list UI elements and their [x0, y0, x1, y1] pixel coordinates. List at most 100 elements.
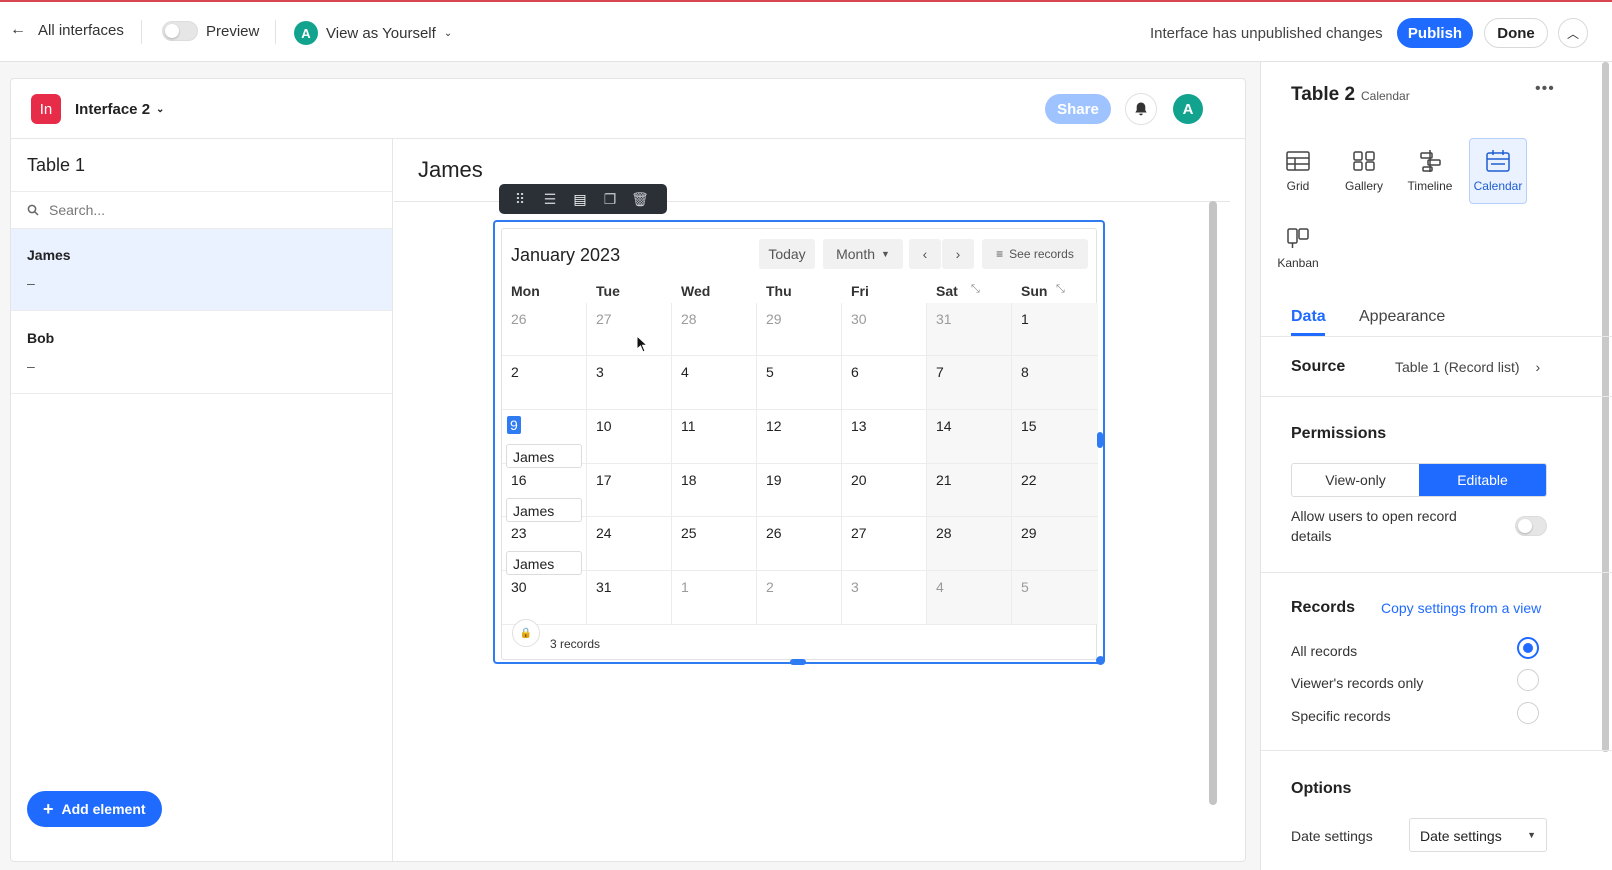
- calendar-day-cell[interactable]: 3: [587, 356, 672, 410]
- done-button[interactable]: Done: [1484, 18, 1548, 48]
- view-type-grid[interactable]: Grid: [1269, 138, 1327, 204]
- today-button[interactable]: Today: [759, 239, 815, 269]
- collapse-weekend-icon[interactable]: ⤡: [1056, 283, 1065, 296]
- calendar-day-cell[interactable]: 20: [842, 464, 927, 517]
- detail-scrollbar[interactable]: [1209, 201, 1217, 805]
- calendar-day-cell[interactable]: 22: [1012, 464, 1098, 517]
- calendar-day-cell[interactable]: 19: [757, 464, 842, 517]
- search-input[interactable]: Search...: [49, 202, 105, 218]
- allow-open-record-toggle[interactable]: [1515, 516, 1547, 536]
- view-only-option[interactable]: View-only: [1292, 464, 1419, 496]
- view-type-calendar[interactable]: Calendar: [1469, 138, 1527, 204]
- tab-appearance[interactable]: Appearance: [1359, 308, 1445, 326]
- calendar-day-cell[interactable]: 24: [587, 517, 672, 571]
- calendar-day-cell[interactable]: 25: [672, 517, 757, 571]
- calendar-day-cell[interactable]: 30: [842, 303, 927, 356]
- search-bar[interactable]: Search...: [11, 191, 392, 229]
- calendar-day-cell[interactable]: 8: [1012, 356, 1098, 410]
- duplicate-icon[interactable]: ❐: [595, 184, 625, 214]
- calendar-day-cell[interactable]: 28: [927, 517, 1012, 571]
- share-button[interactable]: Share: [1045, 94, 1111, 124]
- calendar-day-cell[interactable]: 31: [587, 571, 672, 625]
- fit-width-icon[interactable]: ☰: [535, 184, 565, 214]
- calendar-element[interactable]: January 2023 Today Month ▼ ‹ › ≡ See rec…: [493, 220, 1105, 664]
- see-records-button[interactable]: ≡ See records: [982, 239, 1088, 269]
- calendar-day-cell[interactable]: 16 James: [502, 464, 587, 522]
- resize-handle-right[interactable]: [1097, 432, 1103, 448]
- month-mode-dropdown[interactable]: Month ▼: [823, 239, 903, 269]
- calendar-day-cell[interactable]: 5: [757, 356, 842, 410]
- calendar-day-cell[interactable]: 1: [672, 571, 757, 625]
- calendar-day-cell[interactable]: 26: [757, 517, 842, 571]
- view-type-gallery[interactable]: Gallery: [1335, 138, 1393, 204]
- date-number: 25: [681, 525, 697, 541]
- calendar-day-cell[interactable]: 28: [672, 303, 757, 356]
- publish-button[interactable]: Publish: [1397, 18, 1473, 48]
- next-month-button[interactable]: ›: [942, 239, 974, 269]
- add-element-button[interactable]: + Add element: [27, 791, 162, 827]
- calendar-day-cell[interactable]: 30: [502, 571, 587, 625]
- tab-data[interactable]: Data: [1291, 308, 1326, 326]
- collapse-weekend-icon[interactable]: ⤡: [971, 283, 980, 296]
- preview-switch[interactable]: [162, 21, 198, 41]
- calendar-day-cell[interactable]: 6: [842, 356, 927, 410]
- collapse-button[interactable]: ︿: [1558, 18, 1588, 48]
- calendar-day-cell[interactable]: 1: [1012, 303, 1098, 356]
- calendar-day-cell[interactable]: 13: [842, 410, 927, 464]
- date-settings-dropdown[interactable]: Date settings ▼: [1409, 818, 1547, 852]
- calendar-day-cell[interactable]: 9 James: [502, 410, 587, 468]
- user-avatar[interactable]: A: [1173, 94, 1203, 124]
- all-interfaces-link[interactable]: ← All interfaces: [10, 21, 124, 39]
- calendar-day-cell[interactable]: 23 James: [502, 517, 587, 575]
- calendar-day-cell[interactable]: 14: [927, 410, 1012, 464]
- list-item[interactable]: James –: [11, 229, 392, 311]
- radio-specific-records[interactable]: [1517, 702, 1539, 724]
- calendar-day-cell[interactable]: 12: [757, 410, 842, 464]
- more-options-icon[interactable]: •••: [1535, 80, 1555, 98]
- calendar-day-cell[interactable]: 4: [927, 571, 1012, 625]
- radio-viewer-records[interactable]: [1517, 669, 1539, 691]
- chevron-up-icon: ︿: [1566, 26, 1579, 41]
- calendar-day-cell[interactable]: 7: [927, 356, 1012, 410]
- panel-scrollbar[interactable]: [1602, 62, 1609, 752]
- calendar-day-cell[interactable]: 29: [1012, 517, 1098, 571]
- view-type-label: Calendar: [1473, 179, 1523, 193]
- view-type-kanban[interactable]: Kanban: [1269, 215, 1327, 281]
- calendar-day-cell[interactable]: 2: [757, 571, 842, 625]
- calendar-day-cell[interactable]: 21: [927, 464, 1012, 517]
- calendar-day-cell[interactable]: 5: [1012, 571, 1098, 625]
- list-item[interactable]: Bob –: [11, 312, 392, 394]
- radio-all-records[interactable]: [1517, 637, 1539, 659]
- interface-name-dropdown[interactable]: Interface 2 ⌄: [75, 101, 164, 118]
- calendar-day-cell[interactable]: 26: [502, 303, 587, 356]
- prev-month-button[interactable]: ‹: [909, 239, 941, 269]
- calendar-day-cell[interactable]: 27: [587, 303, 672, 356]
- resize-handle-corner[interactable]: [1096, 656, 1105, 665]
- calendar-day-cell[interactable]: 15: [1012, 410, 1098, 464]
- drag-handle-icon[interactable]: ⠿: [505, 184, 535, 214]
- calendar-day-cell[interactable]: 2: [502, 356, 587, 410]
- preview-toggle[interactable]: Preview: [162, 21, 259, 41]
- calendar-day-cell[interactable]: 10: [587, 410, 672, 464]
- view-type-timeline[interactable]: Timeline: [1401, 138, 1459, 204]
- view-as-dropdown[interactable]: A View as Yourself ⌄: [294, 21, 452, 45]
- full-width-icon[interactable]: ▤: [565, 184, 595, 214]
- calendar-day-cell[interactable]: 27: [842, 517, 927, 571]
- copy-settings-link[interactable]: Copy settings from a view: [1381, 600, 1541, 616]
- calendar-day-cell[interactable]: 18: [672, 464, 757, 517]
- lock-button[interactable]: 🔒: [512, 619, 540, 647]
- panel-subtitle: Calendar: [1361, 89, 1410, 103]
- calendar-day-cell[interactable]: 4: [672, 356, 757, 410]
- calendar-day-cell[interactable]: 11: [672, 410, 757, 464]
- calendar-day-cell[interactable]: 31: [927, 303, 1012, 356]
- date-number: 29: [766, 311, 782, 327]
- calendar-day-cell[interactable]: 3: [842, 571, 927, 625]
- calendar-day-cell[interactable]: 29: [757, 303, 842, 356]
- trash-icon[interactable]: 🗑: [625, 184, 655, 214]
- source-selector[interactable]: Table 1 (Record list) ›: [1395, 359, 1540, 375]
- notifications-button[interactable]: [1125, 93, 1157, 125]
- calendar-day-cell[interactable]: 17: [587, 464, 672, 517]
- resize-handle-bottom[interactable]: [790, 659, 806, 665]
- view-type-label: Kanban: [1277, 256, 1319, 270]
- editable-option[interactable]: Editable: [1419, 464, 1546, 496]
